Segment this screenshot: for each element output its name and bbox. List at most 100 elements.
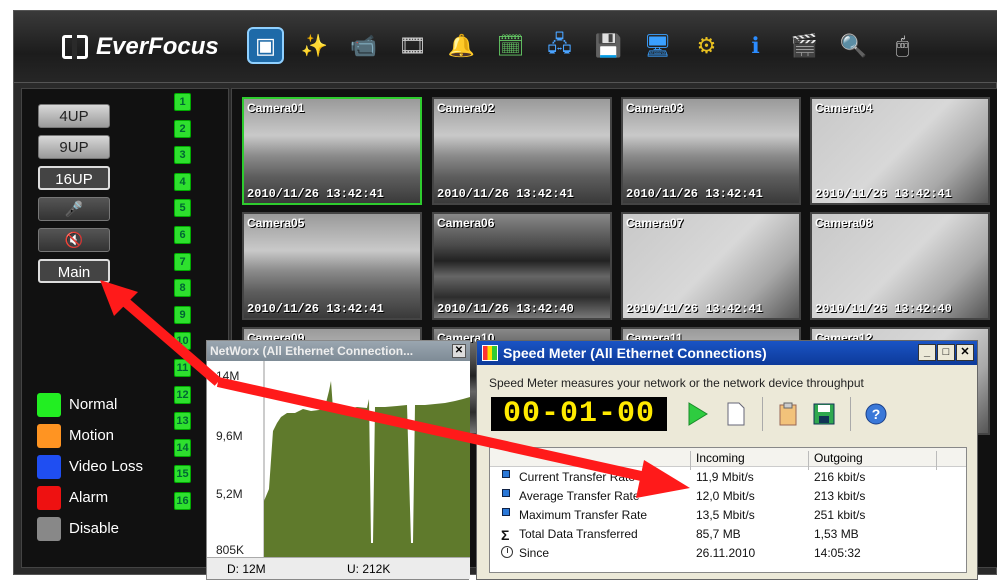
microphone-icon: 🎤 <box>64 201 84 218</box>
camera-tile[interactable]: Camera04 2010/11/26 13:42:41 <box>810 97 990 205</box>
table-row[interactable]: Σ Total Data Transferred 85,7 MB 1,53 MB <box>490 525 966 544</box>
table-row[interactable]: Maximum Transfer Rate 13,5 Mbit/s 251 kb… <box>490 506 966 525</box>
networx-footer: D: 12M U: 212K <box>207 557 470 579</box>
bell-icon[interactable]: 🔔 <box>443 27 480 64</box>
camera-label: Camera07 <box>626 216 684 230</box>
channel-1-button[interactable]: 1 <box>174 93 191 111</box>
incoming-value: 13,5 Mbit/s <box>696 508 755 522</box>
info-icon[interactable]: ℹ <box>737 27 774 64</box>
camera-tile[interactable]: Camera02 2010/11/26 13:42:41 <box>432 97 612 205</box>
channel-14-button[interactable]: 14 <box>174 438 191 457</box>
speed-meter-description: Speed Meter measures your network or the… <box>489 376 864 390</box>
table-row[interactable]: Average Transfer Rate 12,0 Mbit/s 213 kb… <box>490 487 966 506</box>
y-tick: 14M <box>216 369 240 383</box>
incoming-value: 12,0 Mbit/s <box>696 489 755 503</box>
legend-label: Disable <box>69 520 120 537</box>
camera-tile[interactable]: Camera03 2010/11/26 13:42:41 <box>621 97 801 205</box>
channel-2-button[interactable]: 2 <box>174 119 191 138</box>
clock-icon <box>501 546 513 558</box>
channel-11-button[interactable]: 11 <box>174 358 191 377</box>
close-button[interactable]: ✕ <box>956 344 974 361</box>
filmstrip-icon[interactable]: 🎬 <box>786 27 823 64</box>
row-label: Maximum Transfer Rate <box>519 508 648 522</box>
bullet-icon <box>502 489 510 497</box>
speed-meter-title-bar[interactable]: Speed Meter (All Ethernet Connections) _… <box>477 341 977 365</box>
toolbar-separator <box>762 397 763 431</box>
outgoing-value: 1,53 MB <box>814 527 859 541</box>
magic-wand-icon[interactable]: ✨ <box>296 27 333 64</box>
new-button[interactable] <box>722 399 750 429</box>
minimize-button[interactable]: _ <box>918 344 936 361</box>
monitor-icon[interactable]: ▣ <box>247 27 284 64</box>
channel-4-button[interactable]: 4 <box>174 172 191 191</box>
channel-8-button[interactable]: 8 <box>174 279 191 298</box>
throughput-table: Incoming Outgoing Current Transfer Rate … <box>489 447 967 573</box>
status-legend: Normal Motion Video Loss Alarm Disable <box>37 389 143 544</box>
window-controls: _ □ ✕ <box>918 344 974 361</box>
channel-3-button[interactable]: 3 <box>174 146 191 165</box>
channel-7-button[interactable]: 7 <box>174 252 191 271</box>
network-icon[interactable]: 🖧 <box>541 27 578 64</box>
camera-timestamp: 2010/11/26 13:42:40 <box>437 302 574 316</box>
start-button[interactable] <box>683 399 711 429</box>
svg-text:?: ? <box>872 406 881 422</box>
networx-title-bar[interactable]: NetWorx (All Ethernet Connection... ✕ <box>207 341 470 361</box>
camera-tile[interactable]: Camera01 2010/11/26 13:42:41 <box>242 97 422 205</box>
legend-label: Video Loss <box>69 458 143 475</box>
floppy-disk-icon <box>813 403 835 425</box>
channel-6-button[interactable]: 6 <box>174 225 191 244</box>
save-button[interactable] <box>810 399 838 429</box>
channel-12-button[interactable]: 12 <box>174 385 191 404</box>
layout-4up-button[interactable]: 4UP <box>38 104 110 128</box>
camera-timestamp: 2010/11/26 13:42:41 <box>626 187 763 201</box>
logo-mark-icon <box>62 35 88 59</box>
timer-display: 00-01-00 <box>491 397 667 431</box>
outgoing-header[interactable]: Outgoing <box>814 451 863 465</box>
speed-meter-window[interactable]: Speed Meter (All Ethernet Connections) _… <box>476 340 978 580</box>
clipboard-icon <box>779 402 797 426</box>
display-icon[interactable]: 🖥 <box>639 27 676 64</box>
camera-timestamp: 2010/11/26 13:42:41 <box>247 302 384 316</box>
clipboard-button[interactable] <box>774 399 802 429</box>
camera-tile[interactable]: Camera08 2010/11/26 13:42:40 <box>810 212 990 320</box>
schedule-icon[interactable]: 🗓 <box>492 27 529 64</box>
speed-meter-title: Speed Meter (All Ethernet Connections) <box>503 345 767 361</box>
incoming-value: 11,9 Mbit/s <box>696 470 754 484</box>
gears-icon[interactable]: ⚙ <box>688 27 725 64</box>
camera-tile[interactable]: Camera06 2010/11/26 13:42:40 <box>432 212 612 320</box>
layout-16up-button[interactable]: 16UP <box>38 166 110 190</box>
play-icon <box>688 402 708 426</box>
camera-label: Camera04 <box>815 101 873 115</box>
speaker-mute-icon: 🔇 <box>64 232 84 249</box>
layout-9up-button[interactable]: 9UP <box>38 135 110 159</box>
mouse-icon[interactable]: 🖱 <box>884 27 921 64</box>
document-search-icon[interactable]: 🔍 <box>835 27 872 64</box>
film-search-icon[interactable]: 🎞 <box>394 27 431 64</box>
table-row[interactable]: Since 26.11.2010 14:05:32 <box>490 544 966 563</box>
disk-icon[interactable]: 💾 <box>590 27 627 64</box>
camera-tile[interactable]: Camera07 2010/11/26 13:42:41 <box>621 212 801 320</box>
toolbar-separator <box>850 397 851 431</box>
y-tick: 9,6M <box>216 429 243 443</box>
channel-5-button[interactable]: 5 <box>174 199 191 218</box>
top-toolbar: EverFocus ▣ ✨ 📹 🎞 🔔 🗓 🖧 💾 🖥 ⚙ ℹ 🎬 🔍 🖱 <box>14 11 997 83</box>
microphone-button[interactable]: 🎤 <box>38 197 110 221</box>
help-button[interactable]: ? <box>862 399 890 429</box>
channel-13-button[interactable]: 13 <box>174 412 191 431</box>
mute-button[interactable]: 🔇 <box>38 228 110 252</box>
camera-tile[interactable]: Camera05 2010/11/26 13:42:41 <box>242 212 422 320</box>
maximize-button[interactable]: □ <box>937 344 955 361</box>
channel-10-button[interactable]: 10 <box>174 332 191 351</box>
document-icon <box>727 402 745 426</box>
channel-9-button[interactable]: 9 <box>174 305 191 324</box>
channel-15-button[interactable]: 15 <box>174 465 191 484</box>
main-button[interactable]: Main <box>38 259 110 283</box>
incoming-header[interactable]: Incoming <box>696 451 745 465</box>
camera-timestamp: 2010/11/26 13:42:41 <box>437 187 574 201</box>
table-row[interactable]: Current Transfer Rate 11,9 Mbit/s 216 kb… <box>490 468 966 487</box>
networx-graph-window[interactable]: NetWorx (All Ethernet Connection... ✕ 14… <box>206 340 470 580</box>
channel-16-button[interactable]: 16 <box>174 491 191 510</box>
outgoing-value: 14:05:32 <box>814 546 861 560</box>
close-icon[interactable]: ✕ <box>452 344 466 358</box>
camera-icon[interactable]: 📹 <box>345 27 382 64</box>
